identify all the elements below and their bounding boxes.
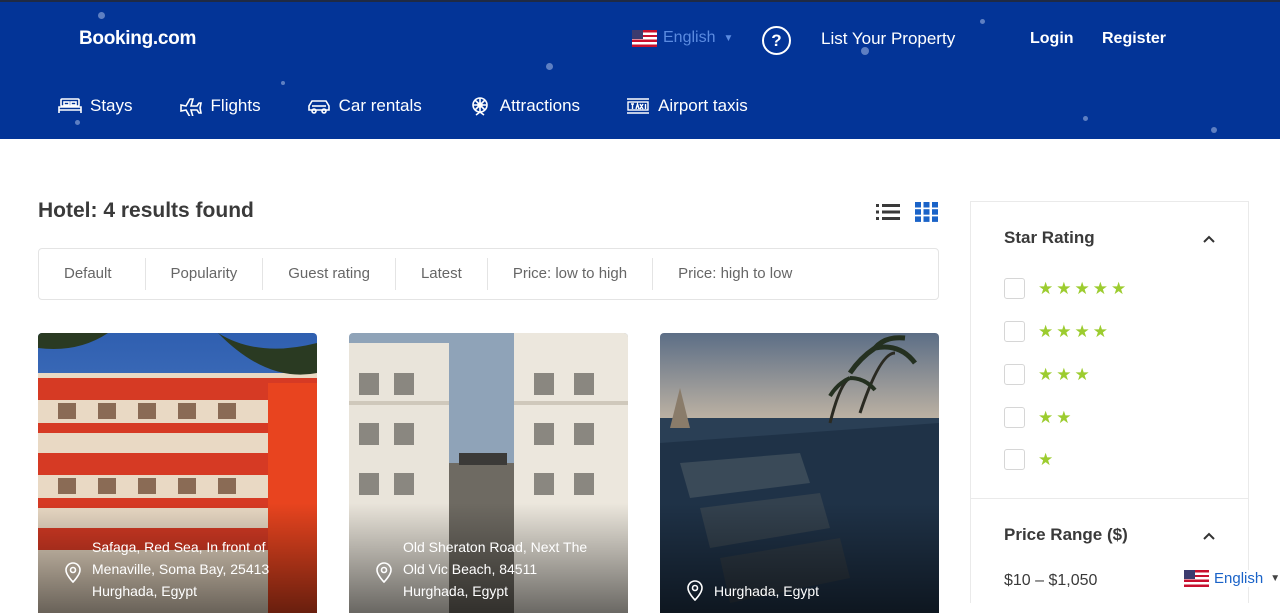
checkbox[interactable] [1004, 449, 1025, 470]
decor-dot [980, 19, 985, 24]
us-flag-icon [1184, 570, 1209, 587]
us-flag-icon [632, 29, 657, 47]
sort-default[interactable]: Default [39, 258, 146, 290]
price-range-value: $10 – $1,050 [1004, 572, 1098, 589]
sort-guest-rating[interactable]: Guest rating [263, 258, 396, 290]
decor-dot [1083, 116, 1088, 121]
nav-item-airport-taxis[interactable]: Airport taxis [626, 96, 748, 116]
caret-down-icon: ▼ [723, 32, 734, 44]
plane-icon [179, 98, 202, 116]
location-pin-icon [376, 562, 392, 583]
address-line: Old Sheraton Road, Next The [403, 539, 588, 555]
car-icon [307, 100, 330, 114]
address-line: Hurghada, Egypt [714, 583, 820, 599]
decor-dot [546, 63, 553, 70]
hotel-address: Safaga, Red Sea, In front of Menaville, … [92, 536, 307, 602]
nav-label: Attractions [499, 96, 581, 115]
results-title: Hotel: 4 results found [38, 199, 254, 222]
stars-icon: ★★★★ [1038, 321, 1111, 341]
language-selector[interactable]: English ▼ [632, 29, 733, 47]
address-line: Hurghada, Egypt [403, 583, 509, 599]
main-nav: Stays Flights Car rentals Attractions Ai… [58, 96, 794, 116]
stars-icon: ★★★★★ [1038, 278, 1130, 298]
bed-icon [58, 98, 82, 113]
taxi-icon [627, 98, 650, 114]
star-rating-heading: Star Rating [1004, 228, 1095, 247]
login-link[interactable]: Login [1030, 30, 1074, 48]
attraction-icon [471, 97, 488, 116]
star-filter-3[interactable]: ★★★ [1004, 364, 1093, 385]
nav-item-attractions[interactable]: Attractions [468, 96, 580, 116]
star-filter-4[interactable]: ★★★★ [1004, 321, 1111, 342]
nav-item-car-rentals[interactable]: Car rentals [307, 96, 422, 116]
decor-dot [75, 120, 80, 125]
register-link[interactable]: Register [1102, 30, 1166, 48]
chevron-up-icon[interactable] [1202, 531, 1216, 540]
hotel-card[interactable]: Safaga, Red Sea, In front of Menaville, … [38, 333, 317, 613]
star-filter-2[interactable]: ★★ [1004, 407, 1074, 428]
language-widget[interactable]: English ▼ [1182, 570, 1280, 587]
sort-bar: Default Popularity Guest rating Latest P… [38, 248, 939, 300]
decor-dot [98, 12, 105, 19]
site-logo[interactable]: Booking.com [79, 28, 196, 50]
address-line: Old Vic Beach, 84511 [403, 561, 538, 577]
stars-icon: ★★ [1038, 407, 1075, 427]
list-property-link[interactable]: List Your Property [821, 29, 955, 49]
location-pin-icon [687, 580, 703, 601]
hotel-address: Hurghada, Egypt [714, 580, 929, 602]
hotel-card[interactable]: Hurghada, Egypt [660, 333, 939, 613]
location-pin-icon [65, 562, 81, 583]
nav-label: Car rentals [338, 96, 422, 115]
decor-dot [281, 81, 285, 85]
star-filter-1[interactable]: ★ [1004, 449, 1056, 470]
chevron-up-icon[interactable] [1202, 234, 1216, 243]
divider [971, 498, 1248, 499]
checkbox[interactable] [1004, 407, 1025, 428]
caret-down-icon: ▼ [1270, 573, 1280, 584]
address-line: Menaville, Soma Bay, 25413 [92, 561, 270, 577]
sort-price-high-low[interactable]: Price: high to low [653, 258, 817, 290]
decor-dot [1211, 127, 1217, 133]
stars-icon: ★★★ [1038, 364, 1093, 384]
hotel-address: Old Sheraton Road, Next The Old Vic Beac… [403, 536, 618, 602]
address-line: Safaga, Red Sea, In front of [92, 539, 266, 555]
list-view-icon[interactable] [876, 203, 900, 221]
hotel-card[interactable]: Old Sheraton Road, Next The Old Vic Beac… [349, 333, 628, 613]
price-range-heading: Price Range ($) [1004, 525, 1128, 544]
nav-label: Airport taxis [658, 96, 748, 115]
checkbox[interactable] [1004, 278, 1025, 299]
sort-price-low-high[interactable]: Price: low to high [488, 258, 654, 290]
nav-label: Flights [210, 96, 261, 115]
sort-latest[interactable]: Latest [396, 258, 488, 290]
grid-view-icon[interactable] [915, 202, 938, 222]
sort-popularity[interactable]: Popularity [146, 258, 264, 290]
star-filter-5[interactable]: ★★★★★ [1004, 278, 1129, 299]
language-widget-label: English [1214, 570, 1264, 587]
help-icon[interactable]: ? [762, 26, 791, 55]
nav-item-flights[interactable]: Flights [179, 96, 261, 116]
filter-sidebar: Star Rating ★★★★★ ★★★★ ★★★ ★★ ★ Price Ra… [970, 201, 1249, 603]
stars-icon: ★ [1038, 449, 1057, 469]
nav-item-stays[interactable]: Stays [58, 96, 133, 116]
checkbox[interactable] [1004, 364, 1025, 385]
checkbox[interactable] [1004, 321, 1025, 342]
top-header: Booking.com English ▼ ? List Your Proper… [0, 0, 1280, 139]
language-label: English [663, 29, 716, 46]
nav-label: Stays [90, 96, 133, 115]
address-line: Hurghada, Egypt [92, 583, 198, 599]
